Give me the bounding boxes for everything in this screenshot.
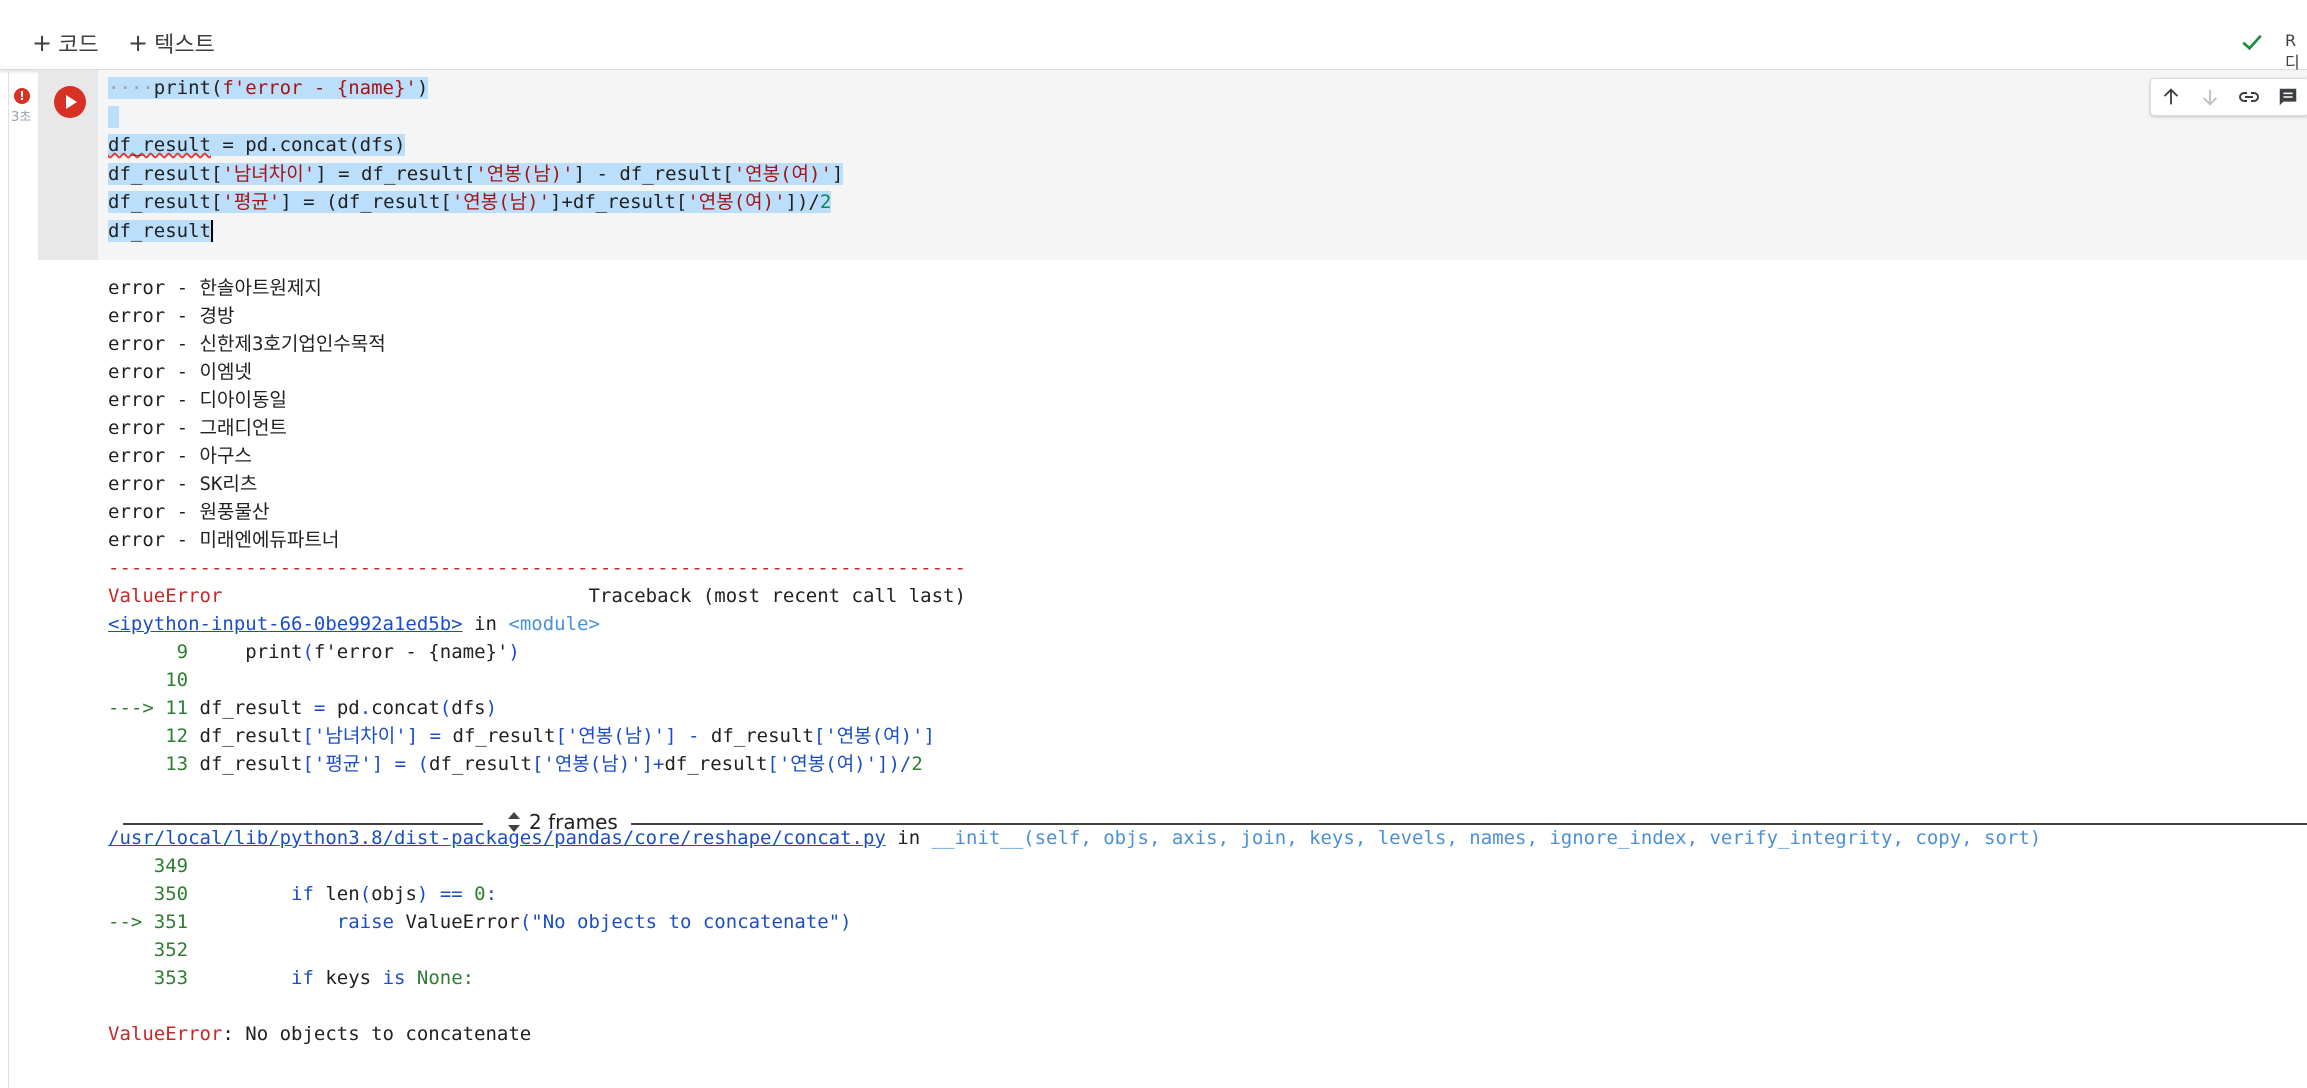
- code-line[interactable]: [108, 103, 843, 132]
- plus-icon: +: [128, 29, 149, 57]
- frames-divider-right: [631, 823, 2307, 825]
- error-icon: !: [14, 88, 30, 104]
- stdout-line: error - 이엠넷: [108, 361, 252, 383]
- stdout-line: error - 한솔아트원제지: [108, 277, 322, 299]
- notebook-toolbar: + 코드 + 텍스트 R 디: [0, 15, 2307, 72]
- runtime-status[interactable]: R 디: [2285, 30, 2300, 74]
- code-editor[interactable]: ····print(f'error - {name}') df_result =…: [108, 74, 844, 246]
- move-up-icon[interactable]: [2151, 79, 2190, 115]
- stdout-line: error - 미래엔에듀파트너: [108, 529, 340, 551]
- stdout-line: error - 신한제3호기업인수목적: [108, 333, 386, 355]
- traceback-source-link[interactable]: <ipython-input-66-0be992a1ed5b> in <modu…: [108, 610, 2041, 638]
- code-line[interactable]: df_result['남녀차이'] = df_result['연봉(남)'] -…: [108, 160, 844, 189]
- traceback-line: 349: [108, 855, 189, 877]
- traceback-line: 10: [108, 669, 189, 691]
- stdout-line: error - 디아이동일: [108, 389, 287, 411]
- add-code-button[interactable]: + 코드: [32, 27, 99, 59]
- frames-divider-left: [123, 823, 483, 825]
- top-bar-cut: [0, 0, 2307, 15]
- add-code-label: 코드: [58, 33, 99, 58]
- connected-check-icon[interactable]: [2237, 27, 2267, 57]
- code-line[interactable]: df_result: [108, 217, 843, 246]
- cell-output: error - 한솔아트원제지 error - 경방 error - 신한제3호기업…: [108, 274, 2041, 1048]
- frames-label: 2 frames: [529, 810, 618, 834]
- code-line[interactable]: df_result['평균'] = (df_result['연봉(남)']+df…: [108, 188, 843, 217]
- comment-icon[interactable]: [2269, 79, 2307, 115]
- code-line[interactable]: ····print(f'error - {name}'): [108, 74, 843, 103]
- traceback-line: --> 351 raise ValueError("No objects to …: [108, 911, 852, 933]
- traceback-line: [108, 992, 2041, 1020]
- expand-frames-icon: [508, 812, 520, 832]
- traceback-line: 9 print(f'error - {name}'): [108, 641, 520, 663]
- execution-time: 3초: [11, 110, 32, 125]
- error-message: ValueError: No objects to concatenate: [108, 1023, 532, 1045]
- add-text-label: 텍스트: [154, 33, 215, 58]
- cell-gutter: [38, 70, 98, 260]
- stdout-line: error - 경방: [108, 305, 235, 327]
- traceback-line: 352: [108, 939, 189, 961]
- traceback-line: 350 if len(objs) == 0:: [108, 883, 498, 905]
- traceback-line: 12 df_result['남녀차이'] = df_result['연봉(남)'…: [108, 725, 935, 747]
- run-cell-button[interactable]: [54, 86, 86, 118]
- traceback-separator: ----------------------------------------…: [108, 557, 966, 579]
- traceback-line: ValueError Traceback (most recent call l…: [108, 585, 966, 607]
- stdout-line: error - SK리츠: [108, 473, 258, 495]
- stdout-line: error - 원풍물산: [108, 501, 270, 523]
- stdout-line: error - 그래디언트: [108, 417, 287, 439]
- link-icon[interactable]: [2230, 79, 2269, 115]
- code-line[interactable]: df_result = pd.concat(dfs): [108, 131, 843, 160]
- traceback-line: ---> 11 df_result = pd.concat(dfs): [108, 697, 498, 719]
- add-text-button[interactable]: + 텍스트: [128, 27, 215, 59]
- frames-collapse: 2 frames: [123, 808, 2307, 840]
- traceback-line: 353 if keys is None:: [108, 967, 475, 989]
- cell-toolbar: [2150, 78, 2307, 116]
- move-down-icon[interactable]: [2190, 79, 2229, 115]
- stdout-line: error - 아구스: [108, 445, 252, 467]
- frames-toggle[interactable]: 2 frames: [505, 808, 618, 836]
- traceback-line: 13 df_result['평균'] = (df_result['연봉(남)']…: [108, 753, 923, 775]
- gutter-divider: [8, 72, 9, 1088]
- plus-icon: +: [32, 29, 53, 57]
